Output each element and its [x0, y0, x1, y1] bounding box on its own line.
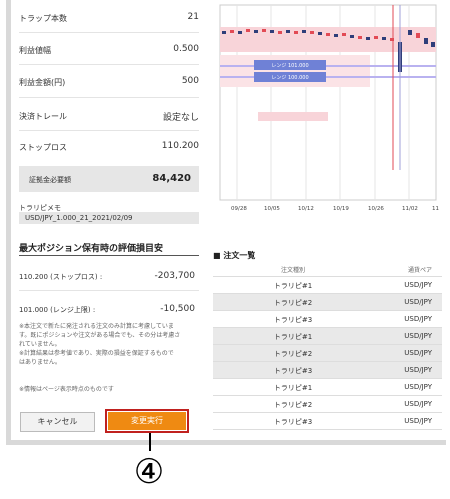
x-tick: 09/28: [231, 206, 247, 212]
stop-loss-value: 110.200: [161, 141, 199, 151]
eval-value: -10,500: [160, 304, 195, 314]
note-line: れていません。: [19, 341, 61, 348]
table-row[interactable]: トラリピ#3 USD/JPY: [213, 311, 442, 328]
eval-row-stoploss: 110.200 (ストップロス) : -203,700: [19, 271, 199, 282]
order-type: トラリピ#2: [273, 350, 313, 358]
range-label-lower: レンジ 100.000: [271, 75, 308, 81]
note-line: ※計算結果は参考値であり、実際の損益を保証するもので: [19, 350, 174, 357]
memo-field[interactable]: USD/JPY_1.000_21_2021/02/09: [19, 212, 199, 224]
margin-value: 84,420: [152, 173, 191, 184]
currency-pair: USD/JPY: [404, 349, 432, 357]
table-row[interactable]: トラリピ#3 USD/JPY: [213, 362, 442, 379]
header-pair: 通貨ペア: [407, 267, 432, 274]
divider: [19, 64, 199, 65]
divider: [19, 290, 199, 291]
evaluation-title: 最大ポジション保有時の評価損目安: [19, 244, 164, 254]
note-line: はありません。: [19, 359, 61, 366]
order-type: トラリピ#3: [273, 367, 313, 375]
order-type: トラリピ#1: [273, 333, 313, 341]
currency-pair: USD/JPY: [404, 417, 432, 425]
order-type: トラリピ#3: [273, 418, 313, 426]
table-row[interactable]: トラリピ#3 USD/JPY: [213, 413, 442, 430]
range-band-upper: [220, 27, 436, 52]
eval-label: 101.000 (レンジ上限) :: [19, 306, 96, 314]
cancel-button[interactable]: キャンセル: [20, 412, 95, 432]
currency-pair: USD/JPY: [404, 281, 432, 289]
range-band: [220, 55, 370, 87]
step-number-callout: ④: [133, 452, 165, 492]
currency-pair: USD/JPY: [404, 298, 432, 306]
currency-pair: USD/JPY: [404, 400, 432, 408]
table-row[interactable]: トラリピ#2 USD/JPY: [213, 294, 442, 311]
trap-count-label: トラップ本数: [19, 14, 67, 23]
price-chart: レンジ 101.000 レンジ 100.000 09/28 10/05 10/1…: [218, 0, 442, 213]
x-tick: 10/19: [333, 206, 349, 212]
x-tick: 11/02: [402, 206, 418, 212]
table-row[interactable]: トラリピ#1 USD/JPY: [213, 277, 442, 294]
eval-row-range: 101.000 (レンジ上限) : -10,500: [19, 304, 199, 315]
eval-value: -203,700: [154, 271, 195, 281]
currency-pair: USD/JPY: [404, 315, 432, 323]
order-type: トラリピ#2: [273, 401, 313, 409]
table-header: 注文種別 通貨ペア: [213, 262, 442, 277]
note-line: す。既にポジションや注文がある場合でも、その分は考慮さ: [19, 332, 181, 339]
currency-pair: USD/JPY: [404, 383, 432, 391]
header-order-type: 注文種別: [280, 267, 305, 274]
profit-width-label: 利益値幅: [19, 46, 51, 55]
table-row[interactable]: トラリピ#2 USD/JPY: [213, 396, 442, 413]
order-table: 注文種別 通貨ペア トラリピ#1 USD/JPY トラリピ#2 USD/JPY トラ…: [213, 262, 442, 430]
x-tick: 10/12: [298, 206, 314, 212]
profit-amount-value: 500: [181, 76, 199, 86]
currency-pair: USD/JPY: [404, 366, 432, 374]
table-row[interactable]: トラリピ#2 USD/JPY: [213, 345, 442, 362]
trailing-value: 設定なし: [162, 113, 199, 123]
trap-count-value: 21: [187, 12, 199, 22]
range-band-lower: [258, 112, 328, 121]
order-list-title: ■ 注文一覧: [213, 251, 256, 260]
calc-note: ※本注文で新たに発注される注文のみ計算に考慮していま す。既にポジションや注文が…: [19, 322, 203, 367]
execute-change-button[interactable]: 変更実行: [105, 409, 189, 433]
table-row[interactable]: トラリピ#1 USD/JPY: [213, 328, 442, 345]
x-tick: 10/05: [264, 206, 280, 212]
range-label-upper: レンジ 101.000: [271, 63, 308, 69]
order-type: トラリピ#1: [273, 384, 313, 392]
profit-width-value: 0.500: [173, 44, 199, 54]
callout-line: [149, 433, 151, 451]
order-type: トラリピ#1: [273, 282, 313, 290]
divider: [19, 32, 199, 33]
trailing-label: 決済トレール: [19, 112, 67, 121]
order-type: トラリピ#2: [273, 299, 313, 307]
stop-loss-label: ストップロス: [19, 143, 67, 152]
divider: [19, 130, 199, 131]
x-tick: 11: [432, 206, 439, 212]
eval-label: 110.200 (ストップロス) :: [19, 273, 103, 281]
margin-label: 証拠金必要額: [29, 176, 71, 184]
divider: [19, 255, 199, 256]
info-note: ※情報はページ表示時点のものです: [19, 386, 114, 393]
x-tick: 10/26: [368, 206, 384, 212]
order-type: トラリピ#3: [273, 316, 313, 324]
currency-pair: USD/JPY: [404, 332, 432, 340]
divider: [19, 97, 199, 98]
profit-amount-label: 利益金額(円): [19, 78, 66, 87]
margin-row: 証拠金必要額 84,420: [19, 166, 199, 192]
settings-panel: トラップ本数 21 利益値幅 0.500 利益金額(円) 500 決済トレール …: [11, 0, 209, 440]
note-line: ※本注文で新たに発注される注文のみ計算に考慮していま: [19, 323, 174, 330]
table-row[interactable]: トラリピ#1 USD/JPY: [213, 379, 442, 396]
